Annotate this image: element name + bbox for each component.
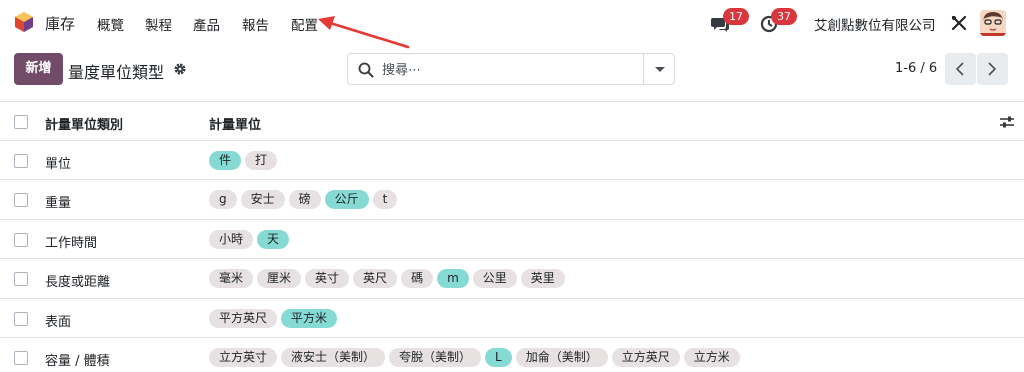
uom-tag: 立方米	[683, 348, 740, 367]
user-avatar[interactable]	[980, 10, 1006, 36]
category-name[interactable]: 容量 / 體積	[45, 350, 110, 369]
menu-overview[interactable]: 概覽	[97, 14, 124, 34]
uom-tag: 小時	[209, 229, 254, 249]
reference-uom-tag: 平方米	[281, 308, 338, 328]
search-input[interactable]	[382, 60, 632, 80]
uom-tag: 公里	[472, 269, 517, 288]
table-row[interactable]: 單位 件打	[0, 141, 1024, 180]
reference-uom-tag: L	[485, 348, 512, 367]
table-row[interactable]: 表面 平方英尺 平方米	[0, 299, 1024, 338]
search-bar	[347, 53, 675, 85]
app-name[interactable]: 庫存	[45, 13, 75, 34]
reference-uom-tag: 公斤	[324, 190, 369, 209]
uom-tag: 立方英尺	[611, 348, 680, 367]
uom-tag: 立方英寸	[209, 348, 278, 367]
row-checkbox[interactable]	[14, 351, 28, 365]
column-header-category[interactable]: 計量單位類別	[45, 114, 123, 133]
uom-tags: 小時天	[209, 229, 290, 249]
uom-tag: 英寸	[305, 269, 350, 288]
row-checkbox[interactable]	[14, 311, 28, 326]
table-row[interactable]: 工作時間 小時天	[0, 220, 1024, 259]
chevron-right-icon	[988, 62, 997, 76]
top-navbar: 庫存 概覽 製程 產品 報告 配置 17 37 艾創點數位有限公司	[0, 0, 1024, 44]
category-name[interactable]: 重量	[45, 192, 71, 211]
uom-tags: 毫米 厘米 英寸 英尺碼 m 公里 英里	[209, 269, 565, 288]
avatar-face-icon	[980, 10, 1006, 36]
reference-uom-tag: 天	[257, 229, 290, 249]
table-row[interactable]: 重量 g 安士磅公斤 t	[0, 180, 1024, 220]
uom-tag: 磅	[288, 190, 321, 209]
debug-tools-icon[interactable]	[951, 15, 967, 31]
column-header-uoms[interactable]: 計量單位	[209, 114, 261, 133]
uom-tag: 液安士（美制）	[281, 348, 386, 367]
uom-tag: 加侖（美制）	[515, 348, 608, 367]
uom-tag: 毫米	[209, 269, 254, 288]
uom-tag: 英尺	[353, 269, 398, 288]
category-name[interactable]: 工作時間	[45, 232, 97, 251]
row-checkbox[interactable]	[14, 232, 28, 247]
new-button[interactable]: 新增	[14, 53, 63, 85]
uom-tags: 件打	[209, 150, 278, 170]
uom-category-table: 計量單位類別 計量單位 單位 件打重量 g 安士磅公斤 t 工作時間 小時天長度或距離 毫米厘…	[0, 101, 1024, 372]
uom-tag: t	[372, 190, 398, 209]
search-icon	[358, 62, 374, 78]
messages-count-badge: 17	[723, 8, 749, 25]
annotation-arrow	[318, 16, 410, 49]
uom-tags: g 安士磅公斤 t	[209, 190, 398, 209]
row-checkbox[interactable]	[14, 272, 28, 286]
uom-tag: 英里	[520, 269, 565, 288]
optional-columns-icon[interactable]	[999, 114, 1015, 130]
pager-next-button[interactable]	[977, 53, 1008, 85]
uom-tag: 打	[245, 150, 278, 170]
search-options-toggle[interactable]	[643, 54, 674, 84]
uom-tag: 碼	[401, 269, 434, 288]
uom-tags: 立方英寸 液安士（美制） 夸脫（美制） L 加侖（美制） 立方英尺 立方米	[209, 348, 740, 367]
uom-tag: 安士	[240, 190, 285, 209]
company-switcher[interactable]: 艾創點數位有限公司	[814, 14, 936, 34]
activities-count-badge: 37	[771, 8, 797, 25]
page-title: 量度單位類型	[68, 63, 165, 82]
table-header: 計量單位類別 計量單位	[0, 101, 1024, 141]
reference-uom-tag: 件	[209, 150, 242, 170]
uom-tag: 厘米	[257, 269, 302, 288]
category-name[interactable]: 單位	[45, 153, 71, 172]
pager-previous-button[interactable]	[945, 53, 976, 85]
uom-tag: 平方英尺	[209, 308, 278, 328]
menu-reporting[interactable]: 報告	[242, 14, 269, 34]
table-body: 單位 件打重量 g 安士磅公斤 t 工作時間 小時天長度或距離 毫米 厘米 英寸 英尺碼 m 公里 英里表…	[0, 141, 1024, 372]
table-row[interactable]: 容量 / 體積 立方英寸 液安士（美制） 夸脫（美制） L 加侖（美制） 立方英尺 立方米	[0, 338, 1024, 372]
menu-products[interactable]: 產品	[193, 14, 220, 34]
uom-tags: 平方英尺 平方米	[209, 308, 338, 328]
pager-value[interactable]: 1-6 / 6	[895, 61, 937, 76]
chevron-left-icon	[955, 62, 964, 76]
select-all-checkbox[interactable]	[14, 115, 28, 129]
inventory-app-icon[interactable]	[14, 11, 34, 33]
table-row[interactable]: 長度或距離 毫米 厘米 英寸 英尺碼 m 公里 英里	[0, 259, 1024, 299]
row-checkbox[interactable]	[14, 153, 28, 168]
category-name[interactable]: 長度或距離	[45, 271, 110, 290]
category-name[interactable]: 表面	[45, 311, 71, 330]
reference-uom-tag: m	[437, 269, 469, 288]
menu-configuration[interactable]: 配置	[291, 14, 318, 34]
row-checkbox[interactable]	[14, 193, 28, 207]
menu-operations[interactable]: 製程	[145, 14, 172, 34]
gear-icon[interactable]	[173, 62, 187, 76]
uom-tag: 夸脫（美制）	[389, 348, 482, 367]
uom-tag: g	[209, 190, 237, 209]
